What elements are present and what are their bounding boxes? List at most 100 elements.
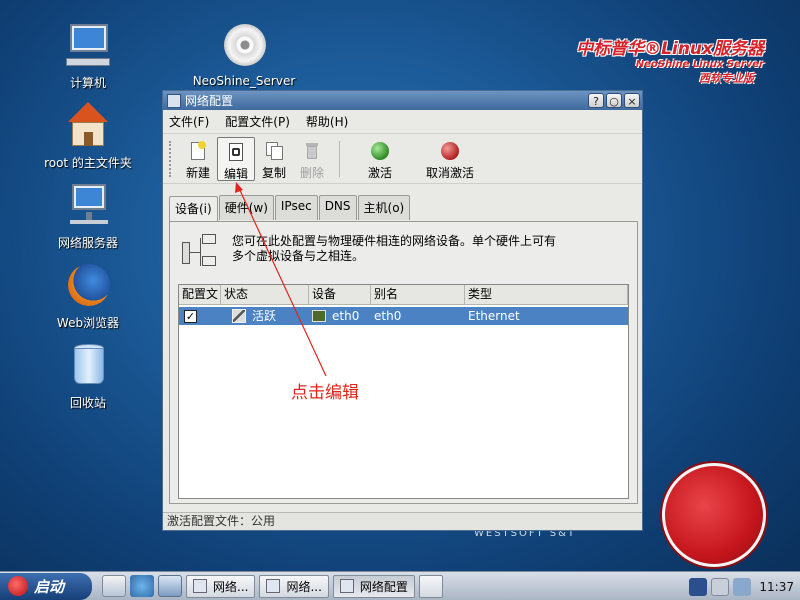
desktop-icon-label: NeoShine_Server [192, 74, 296, 88]
toolbar: 新建 编辑 复制 删除 激活 取消激活 [163, 134, 642, 184]
window-titlebar[interactable]: 网络配置 ? ○ × [163, 91, 642, 110]
show-desktop-button[interactable] [418, 574, 443, 598]
maximize-icon[interactable]: ○ [606, 93, 622, 108]
brand-line2: NeoShine Linux Server [635, 59, 764, 70]
delete-trash-icon [302, 141, 322, 161]
activate-label: 激活 [367, 165, 392, 180]
task-label: 网络配置 [359, 579, 408, 594]
window-statusbar: 激活配置文件：公用 [163, 512, 642, 530]
network-devices-icon [182, 234, 218, 270]
status-text: 活跃 [252, 309, 277, 323]
clock[interactable]: 11:37 [759, 580, 794, 594]
copy-label: 复制 [261, 165, 286, 180]
start-label: 启动 [34, 577, 65, 596]
row-type-cell: Ethernet [468, 309, 520, 323]
col-profile[interactable]: 配置文 [179, 285, 221, 304]
network-config-window: 网络配置 ? ○ × 文件(F) 配置文件(P) 帮助(H) 新建 编辑 复制 … [162, 90, 643, 531]
table-header: 配置文 状态 设备 别名 类型 [179, 285, 628, 305]
profile-checkbox[interactable]: ✓ [184, 309, 197, 323]
close-icon[interactable]: × [624, 93, 640, 108]
col-status[interactable]: 状态 [221, 285, 309, 304]
desktop-icon-network-server[interactable]: 网络服务器 [28, 182, 148, 251]
disc-icon [220, 22, 268, 70]
tab-strip: 设备(i) 硬件(w) IPsec DNS 主机(o) [169, 195, 411, 221]
taskbar-task-3[interactable]: 网络配置 [332, 574, 415, 598]
brand-line3: 西软专业版 [699, 72, 754, 85]
copy-button[interactable]: 复制 [255, 137, 293, 181]
deactivate-label: 取消激活 [425, 165, 474, 180]
start-button[interactable]: 启动 [0, 572, 92, 600]
window-icon [193, 579, 207, 593]
table-row[interactable]: ✓ 活跃 eth0 eth0 Ethernet [179, 307, 628, 325]
desktop-icon-label: root 的主文件夹 [44, 156, 132, 170]
system-tray: 11:37 [685, 572, 800, 600]
network-server-icon [64, 182, 112, 230]
col-device[interactable]: 设备 [309, 285, 371, 304]
desktop-icon-label: 网络服务器 [57, 236, 118, 250]
annotation-text: 点击编辑 [291, 383, 359, 403]
desktop-icon-server-disc[interactable]: NeoShine_Server [184, 22, 304, 88]
new-button[interactable]: 新建 [179, 137, 217, 181]
menu-profile[interactable]: 配置文件(P) [225, 113, 290, 130]
desktop-icon-label: 计算机 [69, 76, 106, 90]
col-type[interactable]: 类型 [465, 285, 628, 304]
quicklaunch-terminal-icon[interactable] [158, 575, 182, 597]
network-config-icon [339, 579, 354, 593]
help-icon[interactable]: ? [588, 93, 604, 108]
device-table: 配置文 状态 设备 别名 类型 ✓ 活跃 eth0 eth0 Ethernet [178, 284, 629, 499]
delete-button[interactable]: 删除 [293, 137, 331, 181]
taskbar-task-2[interactable]: 网络... [259, 574, 329, 598]
new-file-icon [188, 140, 208, 161]
home-folder-icon [64, 102, 112, 150]
task-label: 网络... [286, 579, 322, 594]
desktop-icon-home[interactable]: root 的主文件夹 [28, 102, 148, 171]
plug-icon [232, 309, 246, 323]
start-logo-icon [8, 576, 28, 596]
bluetooth-icon[interactable] [689, 577, 708, 596]
edit-button[interactable]: 编辑 [217, 136, 255, 181]
deactivate-button[interactable]: 取消激活 [412, 137, 488, 181]
brand-line1: 中标普华®Linux服务器 [576, 39, 764, 59]
network-status-icon[interactable] [733, 577, 752, 596]
info-block: 您可在此处配置与物理硬件相连的网络设备。单个硬件上可有多个虚拟设备与之相连。 [182, 234, 562, 270]
desktop-icon-trash[interactable]: 回收站 [28, 342, 148, 411]
row-status-cell: 活跃 [221, 307, 309, 325]
neoshine-seal-logo [662, 463, 766, 567]
row-alias-cell: eth0 [374, 309, 402, 323]
brand-logo: 中标普华®Linux服务器 NeoShine Linux Server 西软专业… [576, 34, 764, 86]
delete-label: 删除 [299, 165, 324, 180]
window-icon [266, 579, 281, 593]
firefox-icon [64, 262, 112, 310]
quicklaunch-network-icon[interactable] [130, 575, 154, 597]
computer-icon [64, 22, 112, 70]
devices-panel: 您可在此处配置与物理硬件相连的网络设备。单个硬件上可有多个虚拟设备与之相连。 配… [169, 221, 638, 504]
desktop-icon-computer[interactable]: 计算机 [28, 22, 148, 91]
activate-button[interactable]: 激活 [348, 137, 412, 181]
desktop-icon-label: Web浏览器 [56, 316, 120, 330]
device-text: eth0 [332, 309, 360, 323]
quicklaunch-file-manager-icon[interactable] [102, 575, 126, 597]
tab-dns[interactable]: DNS [318, 195, 357, 220]
col-alias[interactable]: 别名 [371, 285, 465, 304]
red-light-icon [440, 141, 460, 161]
nic-card-icon [312, 310, 326, 322]
tab-hardware[interactable]: 硬件(w) [218, 195, 274, 220]
volume-icon[interactable] [711, 577, 730, 596]
desktop-icon-web-browser[interactable]: Web浏览器 [28, 262, 148, 331]
green-light-icon [370, 141, 390, 161]
menu-file[interactable]: 文件(F) [169, 113, 209, 130]
toolbar-grip[interactable] [169, 140, 173, 177]
menu-help[interactable]: 帮助(H) [306, 113, 348, 130]
toolbar-separator [339, 140, 340, 177]
taskbar-task-1[interactable]: 网络... [186, 574, 256, 598]
window-title: 网络配置 [185, 94, 234, 108]
row-profile-cell[interactable]: ✓ [179, 307, 221, 325]
new-label: 新建 [185, 165, 210, 180]
tab-hosts[interactable]: 主机(o) [357, 195, 411, 220]
row-device-cell: eth0 [309, 307, 371, 325]
copy-icon [264, 141, 284, 161]
task-label: 网络... [213, 579, 249, 594]
taskbar: 启动 网络... 网络... 网络配置 11:37 [0, 571, 800, 600]
tab-devices[interactable]: 设备(i) [169, 196, 218, 221]
tab-ipsec[interactable]: IPsec [274, 195, 318, 220]
